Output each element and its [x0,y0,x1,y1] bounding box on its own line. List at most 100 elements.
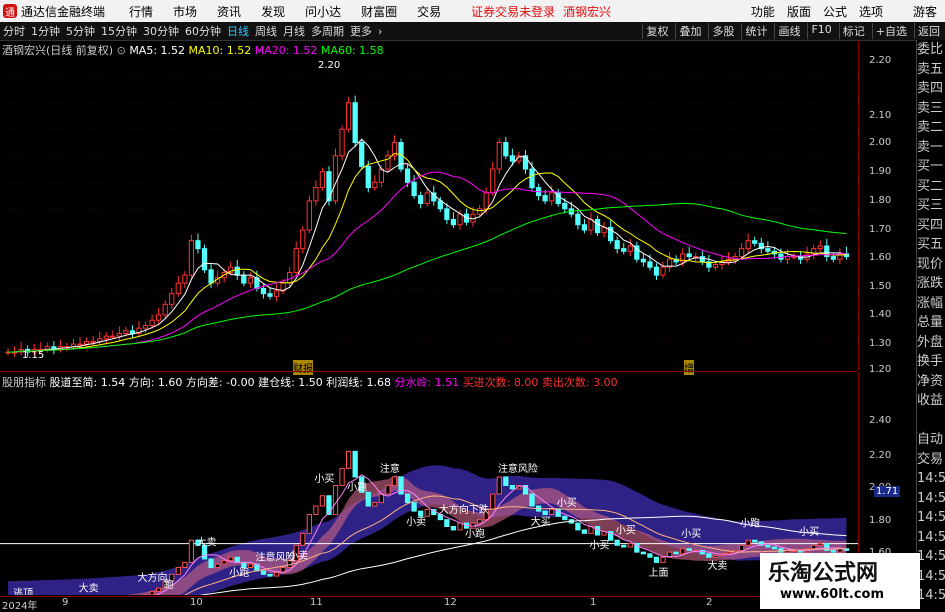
candle-body[interactable] [484,193,488,209]
candle-body[interactable] [438,201,442,209]
menu-function[interactable]: 功能 [751,3,775,20]
candle-body[interactable] [831,257,835,260]
settings-icon[interactable]: ⊙ [117,44,126,57]
candle-body[interactable] [340,129,344,156]
candle-body[interactable] [641,259,645,262]
candle-body[interactable] [333,156,337,201]
period-weekly[interactable]: 周线 [255,23,277,39]
period-more[interactable]: 更多 [350,23,372,39]
candle-body[interactable] [170,294,174,305]
candle-body[interactable] [510,156,514,161]
candle-body[interactable] [628,246,632,251]
candle-body[interactable] [746,241,750,249]
candle-body[interactable] [360,143,364,167]
candle-body[interactable] [700,257,704,262]
candle-body[interactable] [491,169,495,193]
candle-body[interactable] [130,331,134,334]
candle-body[interactable] [307,201,311,230]
menu-trade[interactable]: 交易 [417,3,441,20]
candle-body[interactable] [150,320,154,325]
candle-body[interactable] [78,344,82,345]
candle-body[interactable] [405,169,409,182]
candle-body[interactable] [268,294,272,297]
candle-body[interactable] [550,193,554,201]
menu-news[interactable]: 资讯 [217,3,241,20]
candle-body[interactable] [261,288,265,293]
candle-body[interactable] [373,182,377,187]
candle-body[interactable] [176,283,180,294]
candle-body[interactable] [687,254,691,257]
candle-body[interactable] [163,304,167,315]
candle-body[interactable] [530,169,534,188]
mark-button[interactable]: 标记 [839,23,868,39]
candle-body[interactable] [602,227,606,232]
menu-layout[interactable]: 版面 [787,3,811,20]
login-status[interactable]: 证券交易未登录 [471,3,555,20]
candle-body[interactable] [98,339,102,342]
candle-body[interactable] [458,214,462,225]
menu-wealth-circle[interactable]: 财富圈 [361,3,397,20]
pane-divider[interactable] [0,371,858,372]
chevron-right-icon[interactable]: › [378,25,382,38]
side-auto[interactable]: 自动 [917,430,945,450]
candle-body[interactable] [412,182,416,195]
period-5min[interactable]: 5分钟 [66,23,95,39]
candle-body[interactable] [818,246,822,249]
menu-quotes[interactable]: 行情 [129,3,153,20]
side-weibi[interactable]: 委比 [917,40,945,60]
kline-chart[interactable] [0,40,858,370]
candle-body[interactable] [766,249,770,252]
period-1min[interactable]: 1分钟 [31,23,60,39]
candle-body[interactable] [543,196,547,201]
candle-body[interactable] [379,169,383,182]
candle-body[interactable] [117,333,121,336]
overlay-button[interactable]: 叠加 [675,23,704,39]
candle-body[interactable] [419,196,423,204]
candle-body[interactable] [346,103,350,130]
candle-body[interactable] [111,336,115,337]
candle-body[interactable] [84,341,88,344]
candle-body[interactable] [523,156,527,169]
period-daily[interactable]: 日线 [227,23,249,39]
candle-body[interactable] [451,219,455,224]
menu-discover[interactable]: 发现 [261,3,285,20]
candle-body[interactable] [294,249,298,273]
candle-body[interactable] [425,193,429,204]
candle-body[interactable] [274,291,278,296]
period-intraday[interactable]: 分时 [3,23,25,39]
period-60min[interactable]: 60分钟 [185,23,221,39]
back-button[interactable]: 返回 [914,23,943,39]
indicator-chart[interactable]: 逃顶逃顶大卖小跑大方向跑大卖小跑注意风险小卖小买小跑注意小卖大方向下跌小跑注意风… [0,373,858,595]
candle-body[interactable] [202,249,206,270]
candle-body[interactable] [320,172,324,188]
candle-body[interactable] [235,267,239,275]
candle-body[interactable] [615,241,619,249]
candle-body[interactable] [753,241,757,244]
candle-body[interactable] [353,103,357,143]
multi-stock-button[interactable]: 多股 [708,23,737,39]
draw-line-button[interactable]: 画线 [774,23,803,39]
candle-body[interactable] [248,278,252,283]
menu-market[interactable]: 市场 [173,3,197,20]
add-favorite-button[interactable]: +自选 [872,23,910,39]
candle-body[interactable] [576,214,580,225]
candle-body[interactable] [196,241,200,249]
period-15min[interactable]: 15分钟 [101,23,137,39]
candle-body[interactable] [582,225,586,230]
candle-body[interactable] [661,267,665,275]
candle-body[interactable] [209,270,213,283]
menu-formula[interactable]: 公式 [823,3,847,20]
candle-body[interactable] [327,172,331,201]
candle-body[interactable] [157,315,161,320]
candle-body[interactable] [366,166,370,187]
candle-body[interactable] [622,249,626,252]
candle-body[interactable] [143,326,147,329]
candle-body[interactable] [183,275,187,283]
stats-button[interactable]: 统计 [741,23,770,39]
period-30min[interactable]: 30分钟 [143,23,179,39]
candle-body[interactable] [497,143,501,170]
candle-body[interactable] [477,209,481,214]
candle-body[interactable] [740,249,744,257]
candle-body[interactable] [314,188,318,201]
candle-body[interactable] [504,143,508,156]
